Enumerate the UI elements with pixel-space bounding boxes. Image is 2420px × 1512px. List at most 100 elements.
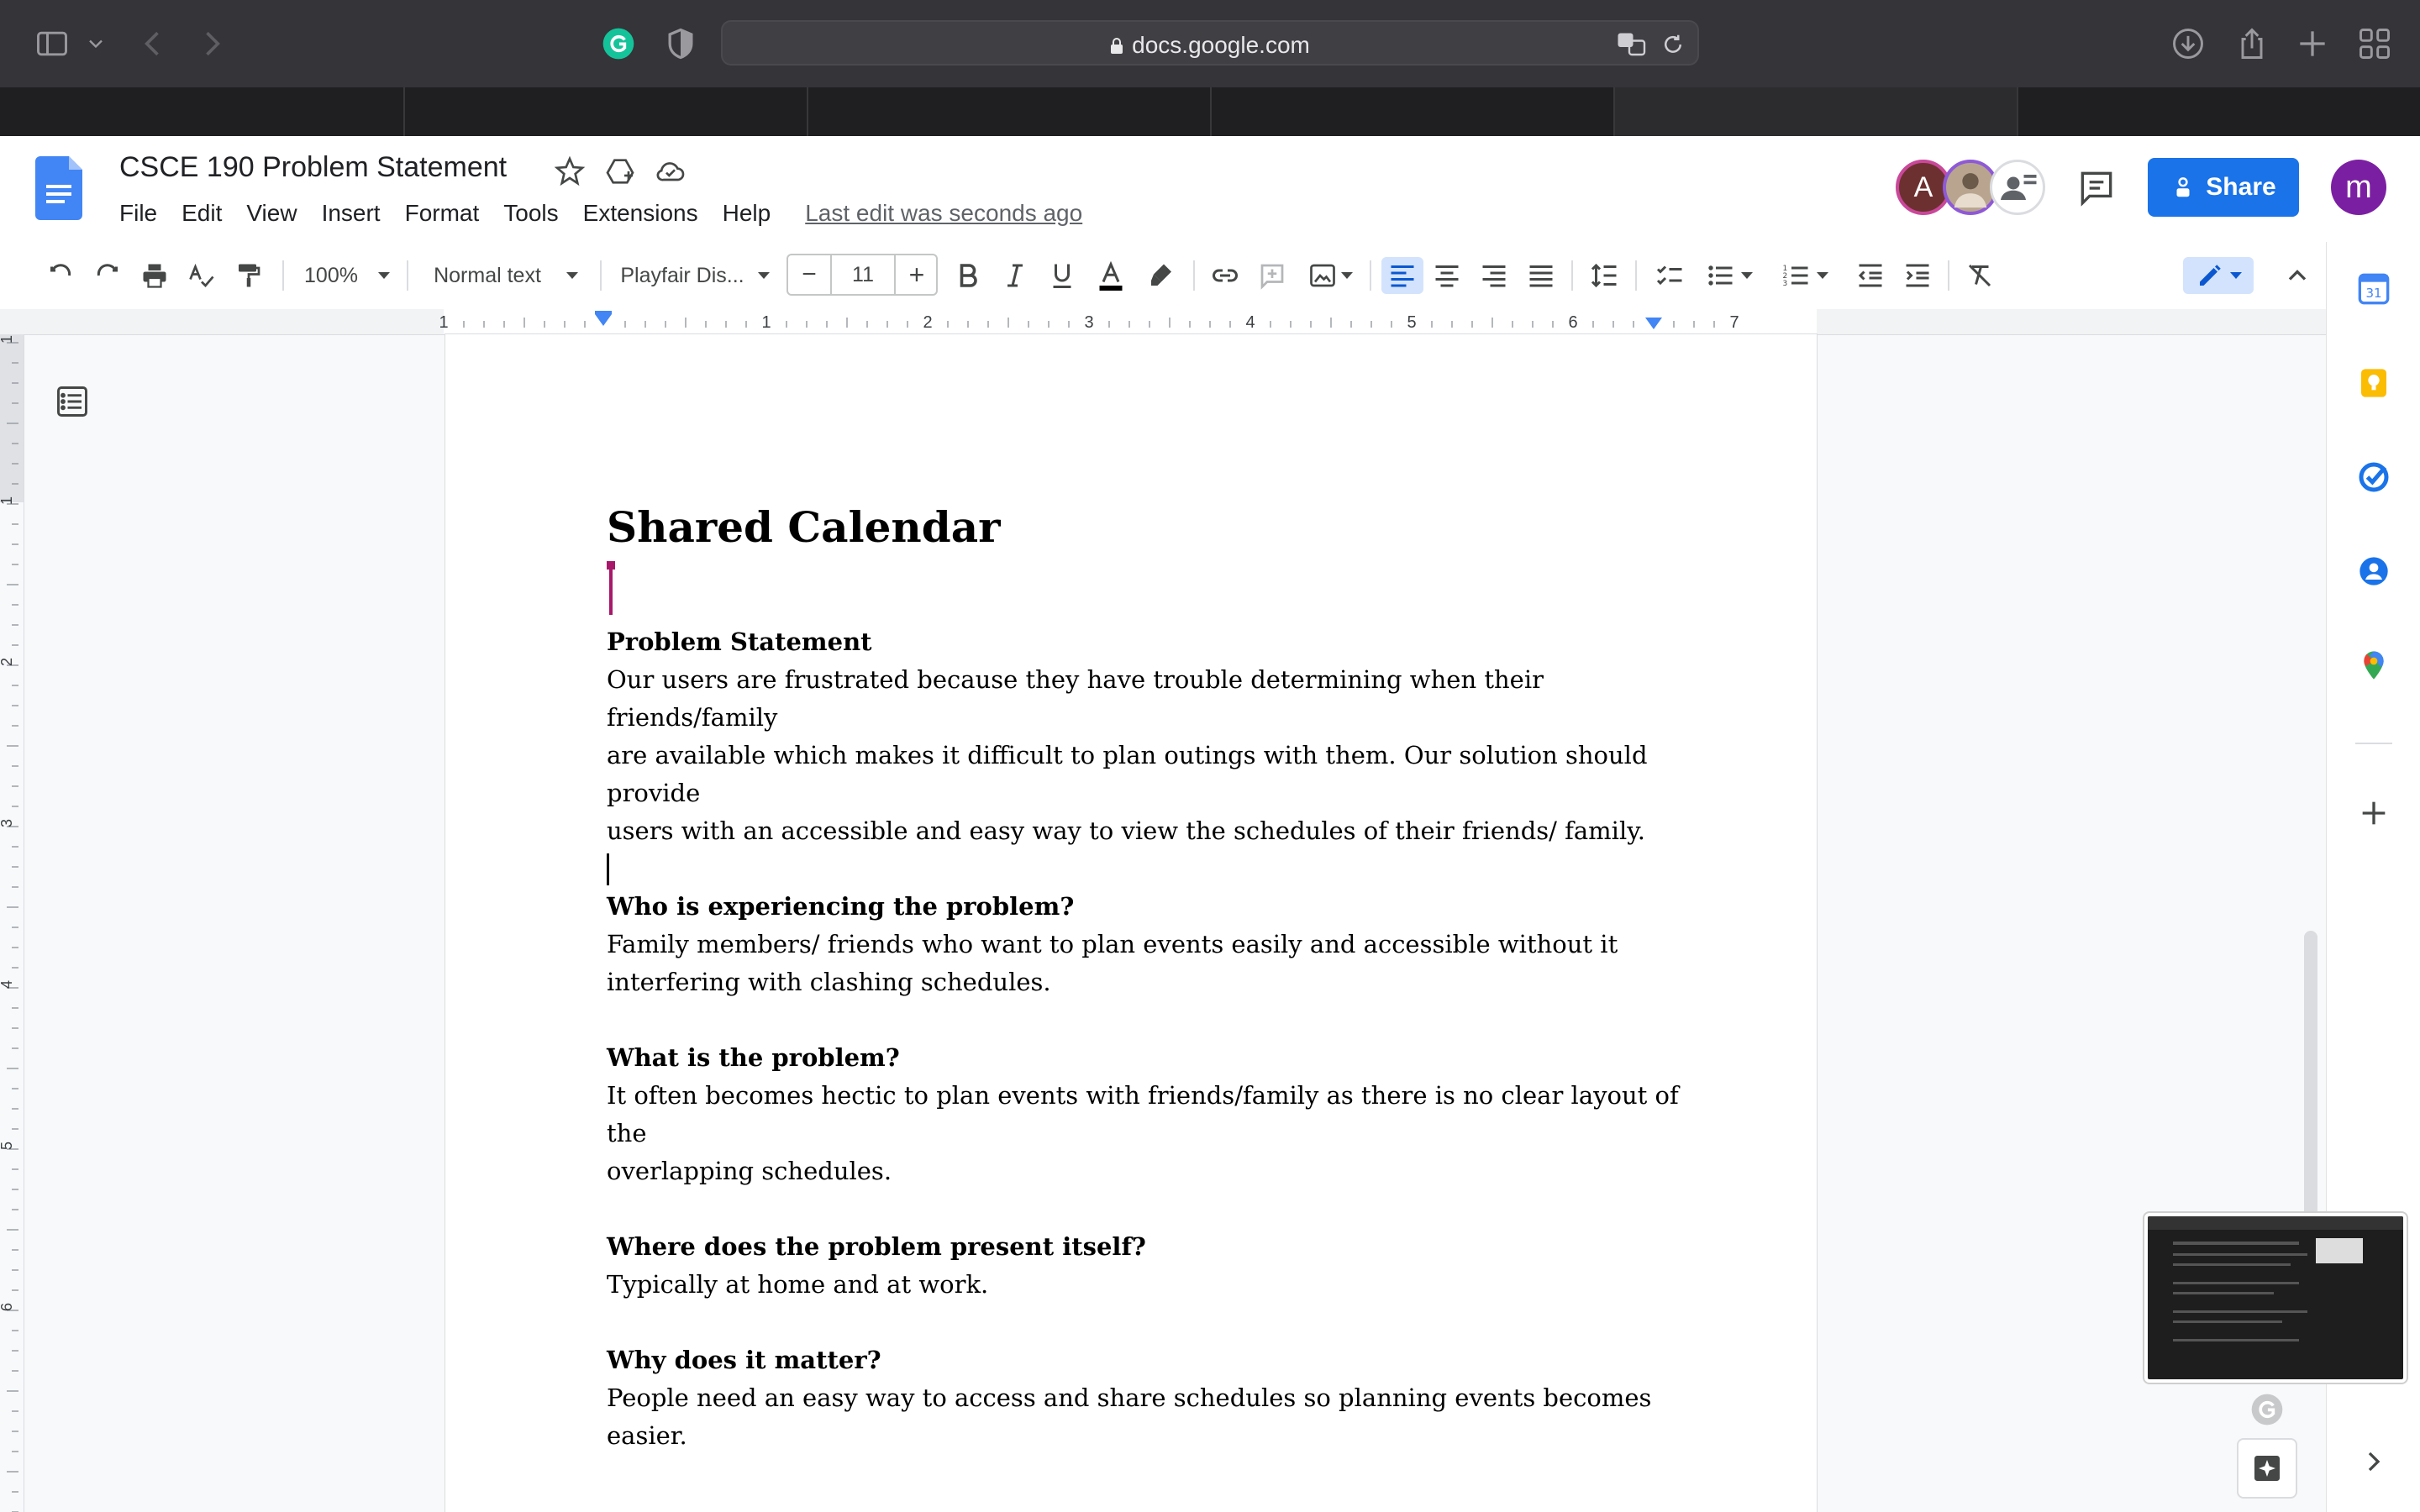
menu-help[interactable]: Help <box>723 200 771 234</box>
print-icon[interactable] <box>136 257 173 294</box>
paragraph-line[interactable]: Our users are frustrated because they ha… <box>607 661 1682 737</box>
browser-tab[interactable] <box>0 87 403 136</box>
browser-tab[interactable] <box>1210 87 1613 136</box>
increase-font-size-button[interactable]: + <box>894 255 938 294</box>
empty-paragraph[interactable] <box>607 553 1682 623</box>
increase-indent-icon[interactable] <box>1899 257 1936 294</box>
menu-tools[interactable]: Tools <box>503 200 558 234</box>
redo-icon[interactable] <box>89 257 126 294</box>
text-color-icon[interactable] <box>1092 257 1129 294</box>
paragraph-line[interactable]: interfering with clashing schedules. <box>607 963 1682 1001</box>
menu-insert[interactable]: Insert <box>322 200 381 234</box>
add-comment-icon[interactable] <box>1254 257 1291 294</box>
font-size-input[interactable]: 11 <box>832 255 894 294</box>
undo-icon[interactable] <box>42 257 79 294</box>
document-body[interactable]: Shared Calendar Problem Statement Our us… <box>607 502 1682 1455</box>
section-heading[interactable]: What is the problem? <box>607 1039 1682 1077</box>
shield-icon[interactable] <box>662 25 699 62</box>
clear-formatting-icon[interactable] <box>1961 257 1998 294</box>
new-tab-icon[interactable] <box>2294 25 2331 62</box>
section-heading[interactable]: Why does it matter? <box>607 1341 1682 1379</box>
empty-paragraph[interactable] <box>607 1001 1682 1039</box>
menu-extensions[interactable]: Extensions <box>583 200 698 234</box>
keep-icon[interactable] <box>2357 366 2391 400</box>
share-button[interactable]: Share <box>2148 158 2299 217</box>
browser-tab[interactable] <box>807 87 1210 136</box>
empty-paragraph[interactable] <box>607 850 1682 888</box>
menu-format[interactable]: Format <box>405 200 480 234</box>
paragraph-line[interactable]: Family members/ friends who want to plan… <box>607 926 1682 963</box>
move-to-drive-icon[interactable] <box>603 155 637 188</box>
numbered-list-icon[interactable]: 123 <box>1775 257 1835 294</box>
underline-icon[interactable] <box>1044 257 1081 294</box>
more-collaborators-icon[interactable] <box>1990 160 2045 215</box>
empty-paragraph[interactable] <box>607 1190 1682 1228</box>
calendar-icon[interactable]: 31 <box>2357 272 2391 306</box>
browser-tab[interactable] <box>403 87 807 136</box>
paragraph-style-select[interactable]: Normal text <box>424 257 588 294</box>
star-icon[interactable] <box>553 155 587 188</box>
maps-icon[interactable] <box>2357 648 2391 682</box>
empty-paragraph[interactable] <box>607 1304 1682 1341</box>
cloud-saved-icon[interactable] <box>654 155 687 188</box>
get-add-ons-icon[interactable] <box>2357 796 2391 830</box>
browser-tab-active[interactable] <box>1613 87 2017 136</box>
grammarly-float-icon[interactable] <box>2249 1391 2286 1428</box>
align-left-icon[interactable] <box>1381 257 1423 294</box>
tasks-icon[interactable] <box>2357 460 2391 494</box>
first-line-indent-marker[interactable] <box>595 311 612 314</box>
document-page[interactable]: Shared Calendar Problem Statement Our us… <box>445 334 1817 1512</box>
decrease-indent-icon[interactable] <box>1852 257 1889 294</box>
insert-link-icon[interactable] <box>1207 257 1244 294</box>
section-heading[interactable]: Where does the problem present itself? <box>607 1228 1682 1266</box>
vertical-scrollbar[interactable] <box>2304 931 2317 1233</box>
horizontal-ruler[interactable]: 1 1 2 3 4 5 6 7 <box>0 309 2326 335</box>
back-icon[interactable] <box>134 25 171 62</box>
paragraph-line[interactable]: users with an accessible and easy way to… <box>607 812 1682 850</box>
section-heading[interactable]: Who is experiencing the problem? <box>607 888 1682 926</box>
sidebar-toggle-icon[interactable] <box>34 25 71 62</box>
paint-format-icon[interactable] <box>230 257 267 294</box>
insert-image-icon[interactable] <box>1301 257 1360 294</box>
line-spacing-icon[interactable] <box>1586 257 1623 294</box>
paragraph-line[interactable]: People need an easy way to access and sh… <box>607 1379 1682 1455</box>
menu-view[interactable]: View <box>246 200 297 234</box>
docs-logo-icon[interactable] <box>35 156 82 220</box>
section-heading[interactable]: Problem Statement <box>607 623 1682 661</box>
tab-preview-thumbnail[interactable] <box>2143 1211 2408 1384</box>
document-outline-icon[interactable] <box>54 383 91 420</box>
menu-file[interactable]: File <box>119 200 157 234</box>
zoom-select[interactable]: 100% <box>299 257 395 294</box>
comments-icon[interactable] <box>2075 166 2118 208</box>
translate-icon[interactable] <box>1617 32 1647 57</box>
document-heading[interactable]: Shared Calendar <box>607 502 1682 553</box>
document-title[interactable]: CSCE 190 Problem Statement <box>119 151 507 184</box>
align-right-icon[interactable] <box>1476 257 1512 294</box>
chevron-down-icon[interactable] <box>84 25 108 62</box>
bold-icon[interactable] <box>950 257 986 294</box>
align-center-icon[interactable] <box>1428 257 1465 294</box>
share-sheet-icon[interactable] <box>2233 25 2270 62</box>
justify-icon[interactable] <box>1523 257 1560 294</box>
collapse-menus-icon[interactable] <box>2279 257 2316 294</box>
highlight-color-icon[interactable] <box>1143 257 1180 294</box>
vertical-ruler[interactable]: 1 1 2 3 4 5 6 <box>0 334 24 1512</box>
browser-tab[interactable] <box>2017 87 2420 136</box>
reload-icon[interactable] <box>1660 32 1686 57</box>
user-avatar[interactable]: m <box>2331 160 2386 215</box>
paragraph-line[interactable]: overlapping schedules. <box>607 1152 1682 1190</box>
checklist-icon[interactable] <box>1652 257 1689 294</box>
forward-icon[interactable] <box>193 25 230 62</box>
editing-mode-button[interactable] <box>2183 257 2254 294</box>
menu-edit[interactable]: Edit <box>182 200 222 234</box>
bulleted-list-icon[interactable] <box>1699 257 1760 294</box>
tab-overview-icon[interactable] <box>2356 25 2393 62</box>
paragraph-line[interactable]: Typically at home and at work. <box>607 1266 1682 1304</box>
spellcheck-icon[interactable] <box>183 257 220 294</box>
italic-icon[interactable] <box>997 257 1034 294</box>
last-edit-link[interactable]: Last edit was seconds ago <box>805 200 1082 234</box>
downloads-icon[interactable] <box>2170 25 2207 62</box>
show-side-panel-icon[interactable] <box>2357 1445 2391 1478</box>
decrease-font-size-button[interactable]: − <box>788 255 832 294</box>
font-family-select[interactable]: Playfair Dis... <box>615 257 775 294</box>
